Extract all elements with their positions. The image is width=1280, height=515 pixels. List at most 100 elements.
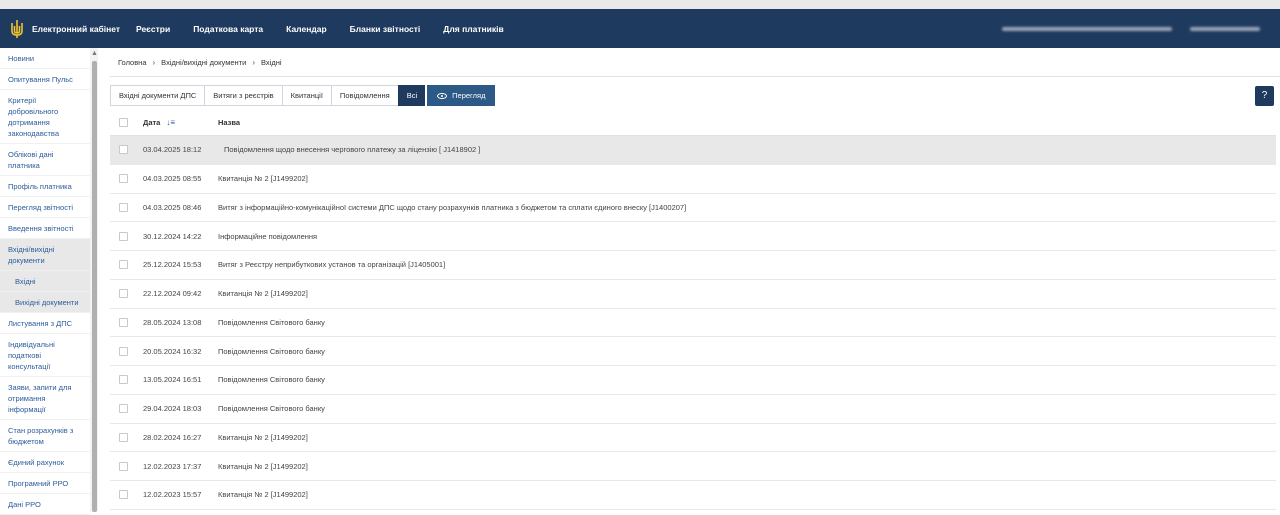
table-row[interactable]: 04.03.2025 08:46 Витяг з інформаційно-ком… bbox=[110, 194, 1276, 223]
row-checkbox[interactable] bbox=[119, 404, 128, 414]
row-checkbox[interactable] bbox=[119, 461, 128, 471]
row-date: 25.12.2024 15:53 bbox=[143, 260, 202, 270]
row-checkbox[interactable] bbox=[119, 202, 128, 212]
nav-for-payers[interactable]: Для платників bbox=[443, 24, 503, 34]
row-document-name[interactable]: Повідомлення Світового банку bbox=[218, 318, 325, 327]
row-checkbox[interactable] bbox=[119, 145, 128, 155]
row-date: 28.05.2024 13:08 bbox=[143, 317, 202, 327]
name-column-header: Назва bbox=[218, 118, 241, 127]
row-checkbox[interactable] bbox=[119, 490, 128, 500]
table-row[interactable]: 30.12.2024 14:22 Інформаційне повідомленн… bbox=[110, 222, 1276, 251]
table-row[interactable]: 20.05.2024 16:32 Повідомлення Світового б… bbox=[110, 337, 1276, 366]
sidebar-item-outgoing[interactable]: Вихідні документи bbox=[0, 292, 90, 313]
sidebar-item-documents[interactable]: Вхідні/вихідні документи bbox=[0, 239, 90, 271]
main-nav: Реєстри Податкова карта Календар Бланки … bbox=[136, 24, 527, 34]
sidebar-item-news[interactable]: Новини bbox=[0, 48, 90, 69]
table-row[interactable]: 25.12.2024 15:53 Витяг з Реєстру неприбут… bbox=[110, 251, 1276, 280]
sidebar-item-enter-reports[interactable]: Введення звітності bbox=[0, 218, 90, 239]
date-header-label: Дата bbox=[143, 118, 161, 127]
sidebar-item-pulse-survey[interactable]: Опитування Пульс bbox=[0, 69, 90, 90]
sidebar-item-registration-data[interactable]: Облікові дані платника bbox=[0, 144, 90, 176]
row-date: 12.02.2023 15:57 bbox=[143, 490, 202, 500]
nav-registries[interactable]: Реєстри bbox=[136, 24, 170, 34]
row-date: 30.12.2024 14:22 bbox=[143, 231, 202, 241]
user-info[interactable] bbox=[1002, 26, 1260, 31]
table-row[interactable]: 29.04.2024 18:03 Повідомлення Світового б… bbox=[110, 395, 1276, 424]
sidebar-item-compliance-criteria[interactable]: Критерії добровільного дотримання законо… bbox=[0, 90, 90, 144]
view-button[interactable]: Перегляд bbox=[427, 85, 496, 106]
user-name-redacted bbox=[1190, 26, 1260, 31]
breadcrumb: Головна › Вхідні/вихідні документи › Вхі… bbox=[118, 58, 282, 67]
row-document-name[interactable]: Витяг з інформаційно-комунікаційної сист… bbox=[218, 203, 686, 212]
row-checkbox[interactable] bbox=[119, 375, 128, 385]
tab-receipts[interactable]: Квитанції bbox=[281, 85, 331, 106]
scrollbar-thumb[interactable] bbox=[91, 61, 97, 512]
row-checkbox[interactable] bbox=[119, 231, 128, 241]
sidebar-scrollbar[interactable]: ▲ bbox=[90, 48, 98, 512]
brand[interactable]: Електронний кабінет bbox=[0, 19, 128, 39]
sort-desc-icon[interactable]: ↓≡ bbox=[166, 118, 175, 127]
row-document-name[interactable]: Квитанція № 2 [J1499202] bbox=[218, 462, 308, 471]
row-document-name[interactable]: Повідомлення Світового банку bbox=[218, 404, 325, 413]
breadcrumb-documents[interactable]: Вхідні/вихідні документи bbox=[161, 58, 246, 67]
row-date: 22.12.2024 09:42 bbox=[143, 289, 202, 299]
window-top-strip bbox=[0, 0, 1280, 9]
row-checkbox[interactable] bbox=[119, 317, 128, 327]
row-document-name[interactable]: Інформаційне повідомлення bbox=[218, 232, 317, 241]
view-button-label: Перегляд bbox=[452, 91, 486, 100]
row-date: 03.04.2025 18:12 bbox=[143, 145, 202, 155]
tab-dps-documents[interactable]: Вхідні документи ДПС bbox=[110, 85, 205, 106]
row-date: 04.03.2025 08:55 bbox=[143, 174, 202, 184]
breadcrumb-home[interactable]: Головна bbox=[118, 58, 147, 67]
sidebar-item-single-account[interactable]: Єдиний рахунок bbox=[0, 452, 90, 473]
sidebar-item-view-reports[interactable]: Перегляд звітності bbox=[0, 197, 90, 218]
row-document-name[interactable]: Квитанція № 2 [J1499202] bbox=[218, 174, 308, 183]
sidebar-item-payer-profile[interactable]: Профіль платника bbox=[0, 176, 90, 197]
row-document-name[interactable]: Квитанція № 2 [J1499202] bbox=[218, 490, 308, 499]
scroll-up-icon[interactable]: ▲ bbox=[91, 50, 98, 57]
row-document-name[interactable]: Квитанція № 2 [J1499202] bbox=[218, 289, 308, 298]
divider bbox=[110, 76, 1280, 77]
row-checkbox[interactable] bbox=[119, 174, 128, 184]
table-row[interactable]: 12.02.2023 15:57 Квитанція № 2 [J1499202] bbox=[110, 481, 1276, 510]
tab-registry-extracts[interactable]: Витяги з реєстрів bbox=[204, 85, 282, 106]
row-checkbox[interactable] bbox=[119, 432, 128, 442]
help-button[interactable]: ? bbox=[1255, 86, 1274, 106]
sidebar-item-tax-consultations[interactable]: Індивідуальні податкові консультації bbox=[0, 334, 90, 377]
tab-all[interactable]: Всі bbox=[397, 85, 426, 106]
row-checkbox[interactable] bbox=[119, 346, 128, 356]
row-document-name[interactable]: Повідомлення Світового банку bbox=[218, 347, 325, 356]
row-document-name[interactable]: Повідомлення щодо внесення чергового пла… bbox=[218, 145, 480, 154]
row-date: 12.02.2023 17:37 bbox=[143, 461, 202, 471]
select-all-checkbox[interactable] bbox=[119, 118, 128, 127]
table-row[interactable]: 03.04.2025 18:12 Повідомлення щодо внесен… bbox=[110, 136, 1276, 165]
sidebar-item-correspondence[interactable]: Листування з ДПС bbox=[0, 313, 90, 334]
sidebar-item-incoming[interactable]: Вхідні bbox=[0, 271, 90, 292]
document-filter-tabs: Вхідні документи ДПС Витяги з реєстрів К… bbox=[110, 85, 496, 106]
trident-logo-icon bbox=[11, 19, 23, 38]
table-row[interactable]: 12.02.2023 17:37 Квитанція № 2 [J1499202] bbox=[110, 452, 1276, 481]
table-body: 03.04.2025 18:12 Повідомлення щодо внесен… bbox=[110, 136, 1276, 510]
row-document-name[interactable]: Квитанція № 2 [J1499202] bbox=[218, 433, 308, 442]
row-document-name[interactable]: Повідомлення Світового банку bbox=[218, 375, 325, 384]
table-row[interactable]: 13.05.2024 16:51 Повідомлення Світового б… bbox=[110, 366, 1276, 395]
sidebar-item-budget-settlements[interactable]: Стан розрахунків з бюджетом bbox=[0, 420, 90, 452]
nav-tax-map[interactable]: Податкова карта bbox=[193, 24, 263, 34]
table-row[interactable]: 28.05.2024 13:08 Повідомлення Світового б… bbox=[110, 309, 1276, 338]
table-row[interactable]: 28.02.2024 16:27 Квитанція № 2 [J1499202] bbox=[110, 424, 1276, 453]
row-checkbox[interactable] bbox=[119, 260, 128, 270]
organization-name-redacted bbox=[1002, 26, 1172, 31]
nav-calendar[interactable]: Календар bbox=[286, 24, 326, 34]
tab-notifications[interactable]: Повідомлення bbox=[330, 85, 398, 106]
date-column-header[interactable]: Дата ↓≡ bbox=[143, 118, 218, 127]
chevron-right-icon: › bbox=[252, 58, 255, 67]
nav-report-forms[interactable]: Бланки звітності bbox=[350, 24, 421, 34]
table-row[interactable]: 04.03.2025 08:55 Квитанція № 2 [J1499202] bbox=[110, 165, 1276, 194]
row-checkbox[interactable] bbox=[119, 289, 128, 299]
sidebar-item-information-requests[interactable]: Заяви, запити для отримання інформації bbox=[0, 377, 90, 420]
top-navbar: Електронний кабінет Реєстри Податкова ка… bbox=[0, 9, 1280, 48]
table-row[interactable]: 22.12.2024 09:42 Квитанція № 2 [J1499202] bbox=[110, 280, 1276, 309]
row-document-name[interactable]: Витяг з Реєстру неприбуткових установ та… bbox=[218, 260, 445, 269]
row-date: 13.05.2024 16:51 bbox=[143, 375, 202, 385]
sidebar-item-software-rro[interactable]: Програмний РРО bbox=[0, 473, 90, 494]
